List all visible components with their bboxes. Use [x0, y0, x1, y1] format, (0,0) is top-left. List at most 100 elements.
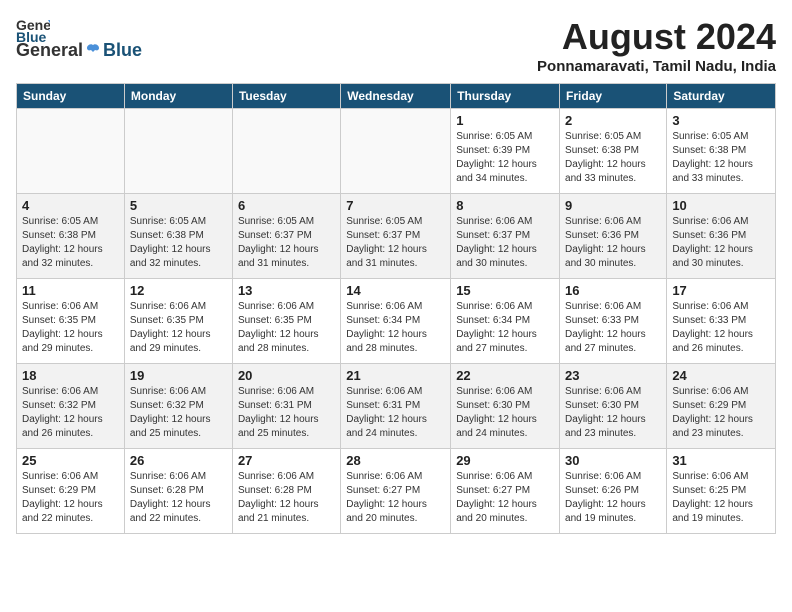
table-cell [17, 109, 125, 194]
col-friday: Friday [560, 84, 667, 109]
day-number: 29 [456, 453, 554, 468]
table-cell: 21 Sunrise: 6:06 AM Sunset: 6:31 PM Dayli… [341, 364, 451, 449]
day-number: 21 [346, 368, 445, 383]
day-info: Sunrise: 6:06 AM Sunset: 6:35 PM Dayligh… [130, 300, 227, 356]
day-number: 20 [238, 368, 335, 383]
table-cell: 4 Sunrise: 6:05 AM Sunset: 6:38 PM Daylig… [17, 194, 125, 279]
table-cell: 8Sunrise: 6:06 AM Sunset: 6:37 PM Daylig… [451, 194, 560, 279]
table-cell: 6Sunrise: 6:05 AM Sunset: 6:37 PM Daylig… [232, 194, 340, 279]
col-saturday: Saturday [667, 84, 776, 109]
day-info: Sunrise: 6:06 AM Sunset: 6:28 PM Dayligh… [238, 470, 335, 526]
day-number: 30 [565, 453, 661, 468]
table-cell: 13 Sunrise: 6:06 AM Sunset: 6:35 PM Dayli… [232, 279, 340, 364]
day-number: 6 [238, 198, 335, 213]
day-info: Sunrise: 6:06 AM Sunset: 6:27 PM Dayligh… [346, 470, 445, 526]
day-number: 22 [456, 368, 554, 383]
day-info: Sunrise: 6:06 AM Sunset: 6:33 PM Dayligh… [672, 300, 770, 356]
table-cell [232, 109, 340, 194]
logo-bird-icon [85, 43, 101, 59]
table-cell: 3 Sunrise: 6:05 AM Sunset: 6:38 PM Daylig… [667, 109, 776, 194]
table-cell: 2 Sunrise: 6:05 AM Sunset: 6:38 PM Daylig… [560, 109, 667, 194]
day-info: Sunrise: 6:06 AM Sunset: 6:29 PM Dayligh… [672, 385, 770, 441]
col-wednesday: Wednesday [341, 84, 451, 109]
day-number: 16 [565, 283, 661, 298]
table-cell: 20 Sunrise: 6:06 AM Sunset: 6:31 PM Dayli… [232, 364, 340, 449]
day-number: 2 [565, 113, 661, 128]
day-number: 26 [130, 453, 227, 468]
table-cell: 23 Sunrise: 6:06 AM Sunset: 6:30 PM Dayli… [560, 364, 667, 449]
table-cell: 24Sunrise: 6:06 AM Sunset: 6:29 PM Dayli… [667, 364, 776, 449]
table-cell [341, 109, 451, 194]
day-number: 7 [346, 198, 445, 213]
location-text: Ponnamaravati, Tamil Nadu, India [537, 58, 776, 75]
day-info: Sunrise: 6:06 AM Sunset: 6:30 PM Dayligh… [456, 385, 554, 441]
table-cell: 27 Sunrise: 6:06 AM Sunset: 6:28 PM Dayli… [232, 449, 340, 534]
table-cell: 5Sunrise: 6:05 AM Sunset: 6:38 PM Daylig… [124, 194, 232, 279]
table-cell: 30 Sunrise: 6:06 AM Sunset: 6:26 PM Dayli… [560, 449, 667, 534]
table-cell: 15 Sunrise: 6:06 AM Sunset: 6:34 PM Dayli… [451, 279, 560, 364]
day-info: Sunrise: 6:05 AM Sunset: 6:39 PM Dayligh… [456, 130, 554, 186]
day-info: Sunrise: 6:06 AM Sunset: 6:34 PM Dayligh… [456, 300, 554, 356]
month-title: August 2024 [537, 16, 776, 58]
table-cell: 11 Sunrise: 6:06 AM Sunset: 6:35 PM Dayli… [17, 279, 125, 364]
day-info: Sunrise: 6:05 AM Sunset: 6:38 PM Dayligh… [565, 130, 661, 186]
day-number: 28 [346, 453, 445, 468]
day-number: 19 [130, 368, 227, 383]
day-number: 12 [130, 283, 227, 298]
col-sunday: Sunday [17, 84, 125, 109]
table-cell [124, 109, 232, 194]
day-info: Sunrise: 6:05 AM Sunset: 6:37 PM Dayligh… [346, 215, 445, 271]
col-thursday: Thursday [451, 84, 560, 109]
logo-general-text: General [16, 40, 83, 61]
table-cell: 1Sunrise: 6:05 AM Sunset: 6:39 PM Daylig… [451, 109, 560, 194]
day-number: 3 [672, 113, 770, 128]
day-info: Sunrise: 6:06 AM Sunset: 6:35 PM Dayligh… [238, 300, 335, 356]
day-number: 8 [456, 198, 554, 213]
day-info: Sunrise: 6:06 AM Sunset: 6:35 PM Dayligh… [22, 300, 119, 356]
week-row-1: 1Sunrise: 6:05 AM Sunset: 6:39 PM Daylig… [17, 109, 776, 194]
table-cell: 25 Sunrise: 6:06 AM Sunset: 6:29 PM Dayli… [17, 449, 125, 534]
day-info: Sunrise: 6:05 AM Sunset: 6:38 PM Dayligh… [672, 130, 770, 186]
table-cell: 22 Sunrise: 6:06 AM Sunset: 6:30 PM Dayli… [451, 364, 560, 449]
day-info: Sunrise: 6:06 AM Sunset: 6:31 PM Dayligh… [238, 385, 335, 441]
table-cell: 7 Sunrise: 6:05 AM Sunset: 6:37 PM Daylig… [341, 194, 451, 279]
table-cell: 28 Sunrise: 6:06 AM Sunset: 6:27 PM Dayli… [341, 449, 451, 534]
day-info: Sunrise: 6:06 AM Sunset: 6:28 PM Dayligh… [130, 470, 227, 526]
title-section: August 2024 Ponnamaravati, Tamil Nadu, I… [537, 16, 776, 75]
table-cell: 26 Sunrise: 6:06 AM Sunset: 6:28 PM Dayli… [124, 449, 232, 534]
day-info: Sunrise: 6:06 AM Sunset: 6:36 PM Dayligh… [672, 215, 770, 271]
table-cell: 14Sunrise: 6:06 AM Sunset: 6:34 PM Dayli… [341, 279, 451, 364]
day-info: Sunrise: 6:06 AM Sunset: 6:36 PM Dayligh… [565, 215, 661, 271]
table-cell: 17Sunrise: 6:06 AM Sunset: 6:33 PM Dayli… [667, 279, 776, 364]
day-info: Sunrise: 6:06 AM Sunset: 6:31 PM Dayligh… [346, 385, 445, 441]
day-number: 5 [130, 198, 227, 213]
table-cell: 16 Sunrise: 6:06 AM Sunset: 6:33 PM Dayli… [560, 279, 667, 364]
calendar-table: Sunday Monday Tuesday Wednesday Thursday… [16, 83, 776, 534]
day-info: Sunrise: 6:06 AM Sunset: 6:30 PM Dayligh… [565, 385, 661, 441]
table-cell: 29Sunrise: 6:06 AM Sunset: 6:27 PM Dayli… [451, 449, 560, 534]
page-header: General Blue General Blue August 2024 Po… [16, 16, 776, 75]
day-number: 23 [565, 368, 661, 383]
table-cell: 12 Sunrise: 6:06 AM Sunset: 6:35 PM Dayli… [124, 279, 232, 364]
table-cell: 19Sunrise: 6:06 AM Sunset: 6:32 PM Dayli… [124, 364, 232, 449]
day-number: 13 [238, 283, 335, 298]
day-number: 9 [565, 198, 661, 213]
week-row-4: 18Sunrise: 6:06 AM Sunset: 6:32 PM Dayli… [17, 364, 776, 449]
day-number: 11 [22, 283, 119, 298]
day-info: Sunrise: 6:05 AM Sunset: 6:38 PM Dayligh… [22, 215, 119, 271]
day-info: Sunrise: 6:06 AM Sunset: 6:26 PM Dayligh… [565, 470, 661, 526]
day-number: 31 [672, 453, 770, 468]
day-info: Sunrise: 6:06 AM Sunset: 6:29 PM Dayligh… [22, 470, 119, 526]
table-cell: 31Sunrise: 6:06 AM Sunset: 6:25 PM Dayli… [667, 449, 776, 534]
day-number: 15 [456, 283, 554, 298]
day-number: 14 [346, 283, 445, 298]
logo: General Blue General Blue [16, 16, 142, 61]
day-number: 4 [22, 198, 119, 213]
week-row-2: 4 Sunrise: 6:05 AM Sunset: 6:38 PM Daylig… [17, 194, 776, 279]
day-number: 25 [22, 453, 119, 468]
week-row-3: 11 Sunrise: 6:06 AM Sunset: 6:35 PM Dayli… [17, 279, 776, 364]
day-info: Sunrise: 6:06 AM Sunset: 6:33 PM Dayligh… [565, 300, 661, 356]
week-row-5: 25 Sunrise: 6:06 AM Sunset: 6:29 PM Dayli… [17, 449, 776, 534]
day-number: 18 [22, 368, 119, 383]
day-number: 27 [238, 453, 335, 468]
